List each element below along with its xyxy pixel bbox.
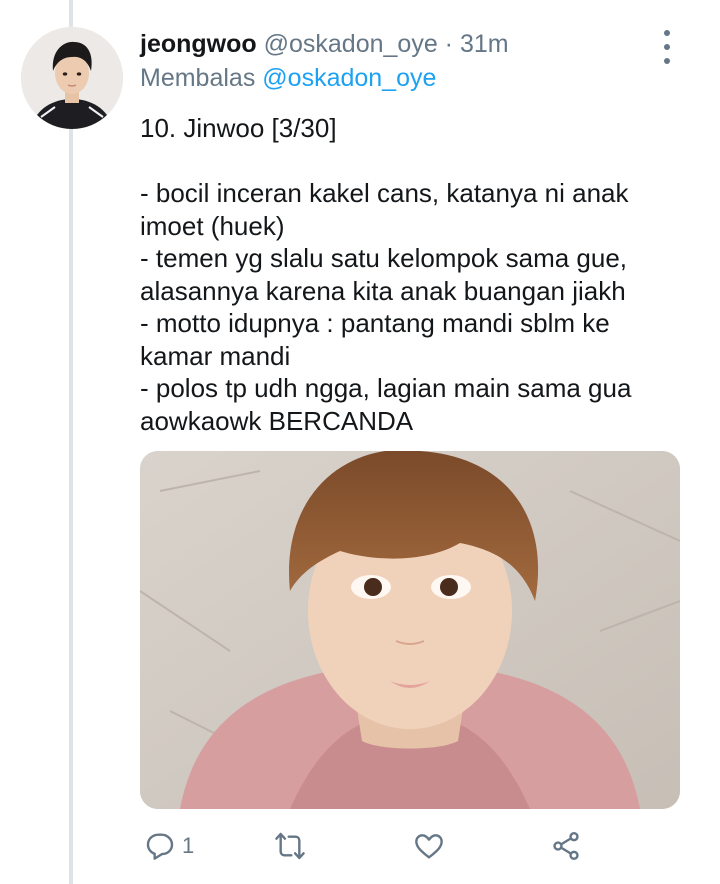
like-button[interactable] [412,826,452,866]
tweet-actions: 1 [140,826,700,866]
reply-count: 1 [182,833,195,858]
reply-mention-link[interactable]: @oskadon_oye [262,64,436,92]
tweet-text: 10. Jinwoo [3/30] - bocil inceran kakel … [140,113,632,436]
tweet-header: jeongwoo @oskadon_oye · 31m [140,30,509,59]
retweet-icon [275,832,305,860]
share-button[interactable] [550,826,582,866]
reply-context: Membalas @oskadon_oye [140,64,436,93]
retweet-button[interactable] [273,826,313,866]
avatar[interactable] [21,27,123,129]
heart-icon [415,834,443,859]
username[interactable]: jeongwoo [140,30,257,58]
reply-prefix: Membalas [140,64,256,92]
user-handle[interactable]: @oskadon_oye [264,30,438,58]
share-icon [553,832,579,860]
tweet-photo[interactable] [140,451,680,809]
avatar-photo [21,27,123,129]
tweet-photo-image [140,451,680,809]
header-separator: · [444,30,453,58]
more-vertical-icon[interactable] [656,30,678,64]
reply-icon [146,833,174,860]
timestamp[interactable]: 31m [460,30,509,58]
thread-line [69,0,73,884]
reply-button[interactable]: 1 [144,826,194,866]
